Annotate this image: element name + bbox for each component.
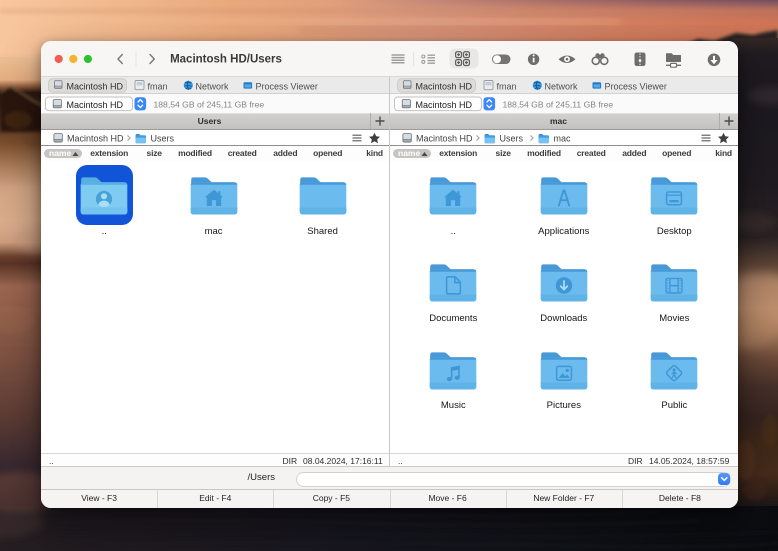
svg-text:188,54 GB of 245,11 GB free: 188,54 GB of 245,11 GB free <box>154 100 265 110</box>
svg-text:Macintosh HD: Macintosh HD <box>416 134 473 144</box>
svg-text:188,54 GB of 245,11 GB free: 188,54 GB of 245,11 GB free <box>503 100 614 110</box>
svg-text:Process Viewer: Process Viewer <box>256 81 318 91</box>
svg-text:Macintosh HD: Macintosh HD <box>67 81 124 91</box>
svg-text:Users: Users <box>500 134 524 144</box>
svg-text:fman: fman <box>148 81 168 91</box>
svg-text:Network: Network <box>545 81 579 91</box>
svg-text:Macintosh HD/Users: Macintosh HD/Users <box>170 54 282 66</box>
svg-text:Macintosh HD: Macintosh HD <box>67 100 124 110</box>
svg-text:Process Viewer: Process Viewer <box>605 81 667 91</box>
svg-text:fman: fman <box>497 81 517 91</box>
svg-text:mac: mac <box>554 134 572 144</box>
svg-text:Macintosh HD: Macintosh HD <box>67 134 124 144</box>
svg-text:Macintosh HD: Macintosh HD <box>416 100 473 110</box>
svg-text:Macintosh HD: Macintosh HD <box>416 81 473 91</box>
svg-text:Network: Network <box>196 81 230 91</box>
svg-text:Users: Users <box>151 134 175 144</box>
